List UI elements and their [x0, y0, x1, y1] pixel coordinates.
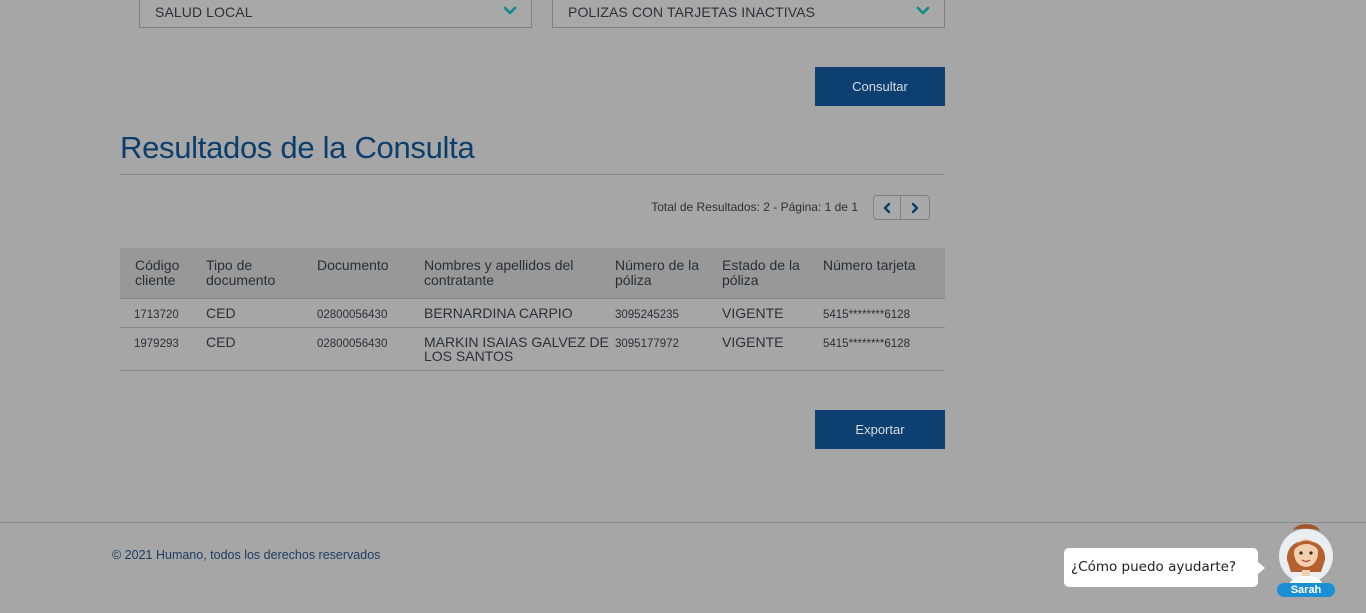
column-header-tipo-documento: Tipo de documento [206, 248, 317, 298]
cell-numero-poliza: 3095245235 [615, 297, 722, 328]
chat-prompt-text: ¿Cómo puedo ayudarte? [1071, 559, 1237, 575]
column-header-numero-tarjeta: Número tarjeta [823, 248, 945, 298]
chevron-left-icon [883, 202, 891, 213]
previous-page-button[interactable] [873, 195, 901, 220]
report-type-select-value: POLIZAS CON TARJETAS INACTIVAS [568, 4, 816, 20]
next-page-button[interactable] [901, 195, 930, 220]
table-row: 1713720 CED 02800056430 BERNARDINA CARPI… [120, 297, 945, 328]
pagination-summary: Total de Resultados: 2 - Página: 1 de 1 [651, 200, 858, 214]
chevron-down-icon [503, 6, 517, 15]
cell-tipo-documento: CED [206, 327, 317, 371]
cell-tipo-documento: CED [206, 297, 317, 328]
cell-estado-poliza: VIGENTE [722, 297, 823, 328]
consultar-button[interactable]: Consultar [815, 67, 945, 106]
footer-divider [0, 522, 1366, 523]
report-type-select[interactable]: POLIZAS CON TARJETAS INACTIVAS [552, 0, 945, 28]
results-table: Código cliente Tipo de documento Documen… [120, 248, 945, 371]
cell-numero-poliza: 3095177972 [615, 327, 722, 371]
column-header-numero-poliza: Número de la póliza [615, 248, 722, 298]
chevron-down-icon [916, 6, 930, 15]
cell-documento: 02800056430 [317, 327, 424, 371]
table-header-row: Código cliente Tipo de documento Documen… [120, 248, 945, 298]
footer-copyright: © 2021 Humano, todos los derechos reserv… [112, 548, 381, 562]
product-select-value: SALUD LOCAL [155, 4, 253, 20]
chat-prompt-bubble[interactable]: ¿Cómo puedo ayudarte? [1064, 548, 1265, 587]
assistant-name-badge: Sarah [1277, 583, 1335, 597]
table-row: 1979293 CED 02800056430 MARKIN ISAIAS GA… [120, 327, 945, 371]
column-header-nombres: Nombres y apellidos del contratante [424, 248, 615, 298]
cell-codigo-cliente: 1713720 [120, 297, 206, 328]
title-divider [120, 174, 945, 175]
column-header-estado-poliza: Estado de la póliza [722, 248, 823, 298]
results-title: Resultados de la Consulta [120, 130, 475, 165]
exportar-button[interactable]: Exportar [815, 410, 945, 449]
cell-nombres: BERNARDINA CARPIO [424, 297, 615, 328]
cell-numero-tarjeta: 5415********6128 [823, 297, 945, 328]
cell-codigo-cliente: 1979293 [120, 327, 206, 371]
assistant-avatar-icon [1279, 524, 1333, 586]
cell-numero-tarjeta: 5415********6128 [823, 327, 945, 371]
chat-assistant-avatar[interactable]: Sarah [1275, 520, 1337, 598]
column-header-documento: Documento [317, 248, 424, 298]
cell-documento: 02800056430 [317, 297, 424, 328]
product-select[interactable]: SALUD LOCAL [139, 0, 532, 28]
cell-nombres: MARKIN ISAIAS GALVEZ DE LOS SANTOS [424, 327, 615, 371]
cell-estado-poliza: VIGENTE [722, 327, 823, 371]
chevron-right-icon [911, 202, 919, 213]
column-header-codigo-cliente: Código cliente [120, 248, 206, 298]
